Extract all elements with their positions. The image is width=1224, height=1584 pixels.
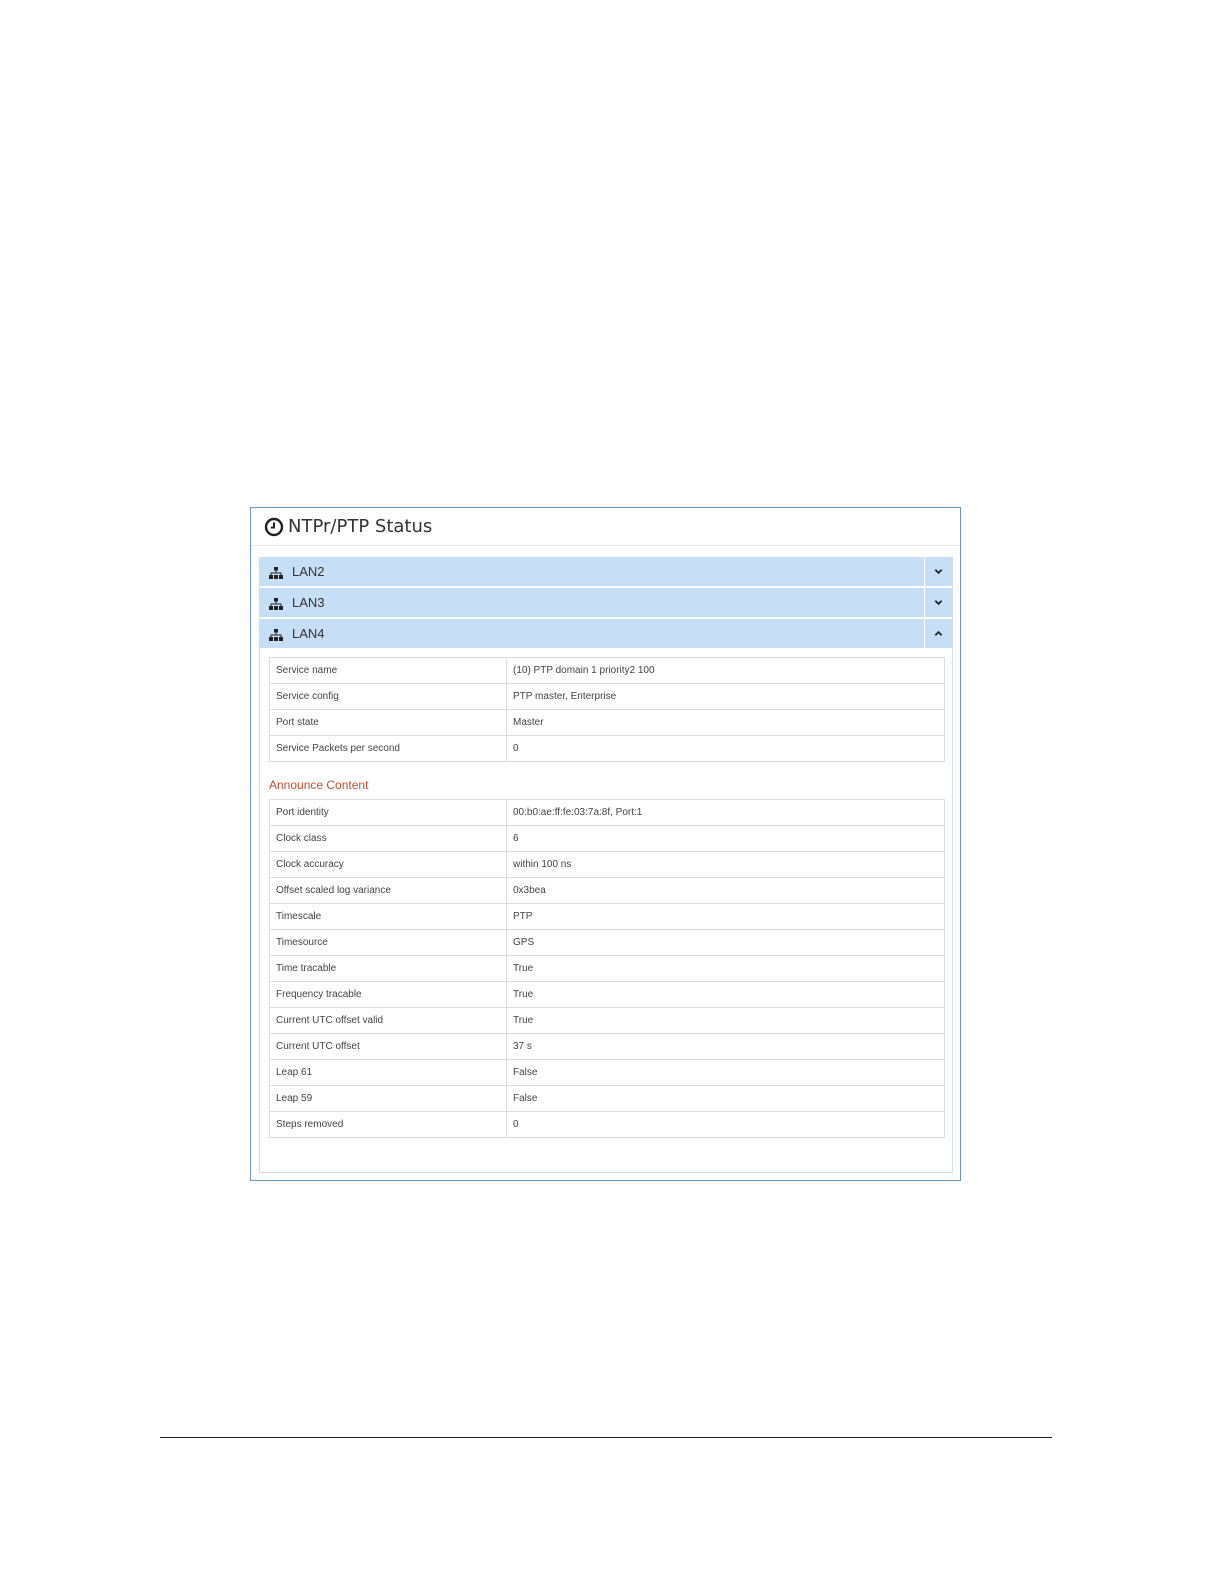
accordion-label: LAN2 — [292, 564, 325, 579]
row-key: Steps removed — [269, 1111, 507, 1138]
table-row: Clock accuracy within 100 ns — [269, 851, 945, 878]
row-value: True — [506, 1007, 945, 1034]
row-key: Leap 59 — [269, 1085, 507, 1112]
table-row: Frequency tracable True — [269, 981, 945, 1008]
panel-title: NTPr/PTP Status — [288, 516, 433, 537]
row-value: True — [506, 981, 945, 1008]
announce-section-title: Announce Content — [269, 778, 369, 792]
row-key: Port identity — [269, 799, 507, 826]
row-value: Master — [506, 709, 945, 736]
row-key: Current UTC offset valid — [269, 1007, 507, 1034]
network-icon — [269, 597, 283, 610]
row-value: 0 — [506, 735, 945, 762]
table-row: Leap 59 False — [269, 1085, 945, 1112]
row-value: GPS — [506, 929, 945, 956]
lan4-content: Service name (10) PTP domain 1 priority2 … — [260, 650, 952, 1138]
table-row: Leap 61 False — [269, 1059, 945, 1086]
collapse-toggle[interactable] — [924, 619, 952, 648]
table-row: Timesource GPS — [269, 929, 945, 956]
network-icon — [269, 628, 283, 641]
row-value: 0 — [506, 1111, 945, 1138]
row-value: False — [506, 1059, 945, 1086]
row-key: Clock class — [269, 825, 507, 852]
status-panel: NTPr/PTP Status LAN2 LAN3 LAN4 Service n… — [250, 507, 961, 1181]
row-value: 00:b0:ae:ff:fe:03:7a:8f, Port:1 — [506, 799, 945, 826]
row-value: within 100 ns — [506, 851, 945, 878]
network-icon — [269, 566, 283, 579]
table-row: Offset scaled log variance 0x3bea — [269, 877, 945, 904]
panel-header: NTPr/PTP Status — [251, 508, 960, 546]
row-key: Leap 61 — [269, 1059, 507, 1086]
table-row: Current UTC offset 37 s — [269, 1033, 945, 1060]
table-row: Port state Master — [269, 709, 945, 736]
row-key: Timesource — [269, 929, 507, 956]
chevron-down-icon — [934, 569, 943, 575]
table-row: Service name (10) PTP domain 1 priority2 … — [269, 657, 945, 684]
expand-toggle[interactable] — [924, 588, 952, 617]
row-key: Clock accuracy — [269, 851, 507, 878]
row-key: Current UTC offset — [269, 1033, 507, 1060]
accordion-label: LAN4 — [292, 626, 325, 641]
row-key: Service name — [269, 657, 507, 684]
row-value: (10) PTP domain 1 priority2 100 — [506, 657, 945, 684]
table-row: Service config PTP master, Enterprise — [269, 683, 945, 710]
footer-rule — [160, 1437, 1052, 1438]
clock-icon — [264, 517, 284, 537]
accordion-lan2[interactable]: LAN2 — [260, 557, 952, 586]
chevron-down-icon — [934, 600, 943, 606]
panel-body: LAN2 LAN3 LAN4 Service name (10) PTP dom… — [259, 557, 953, 1173]
row-value: 6 — [506, 825, 945, 852]
row-key: Offset scaled log variance — [269, 877, 507, 904]
table-row: Time tracable True — [269, 955, 945, 982]
row-key: Time tracable — [269, 955, 507, 982]
row-value: PTP — [506, 903, 945, 930]
row-key: Frequency tracable — [269, 981, 507, 1008]
service-table: Service name (10) PTP domain 1 priority2 … — [269, 657, 945, 762]
row-key: Port state — [269, 709, 507, 736]
accordion-lan3[interactable]: LAN3 — [260, 588, 952, 617]
accordion-lan4[interactable]: LAN4 — [260, 619, 952, 648]
announce-table: Port identity 00:b0:ae:ff:fe:03:7a:8f, Po… — [269, 799, 945, 1138]
row-key: Service Packets per second — [269, 735, 507, 762]
table-row: Current UTC offset valid True — [269, 1007, 945, 1034]
table-row: Steps removed 0 — [269, 1111, 945, 1138]
row-value: False — [506, 1085, 945, 1112]
row-value: 0x3bea — [506, 877, 945, 904]
expand-toggle[interactable] — [924, 557, 952, 586]
table-row: Clock class 6 — [269, 825, 945, 852]
row-key: Timescale — [269, 903, 507, 930]
row-value: True — [506, 955, 945, 982]
accordion-label: LAN3 — [292, 595, 325, 610]
table-row: Port identity 00:b0:ae:ff:fe:03:7a:8f, Po… — [269, 799, 945, 826]
table-row: Service Packets per second 0 — [269, 735, 945, 762]
row-value: 37 s — [506, 1033, 945, 1060]
chevron-up-icon — [934, 630, 943, 636]
row-key: Service config — [269, 683, 507, 710]
table-row: Timescale PTP — [269, 903, 945, 930]
row-value: PTP master, Enterprise — [506, 683, 945, 710]
